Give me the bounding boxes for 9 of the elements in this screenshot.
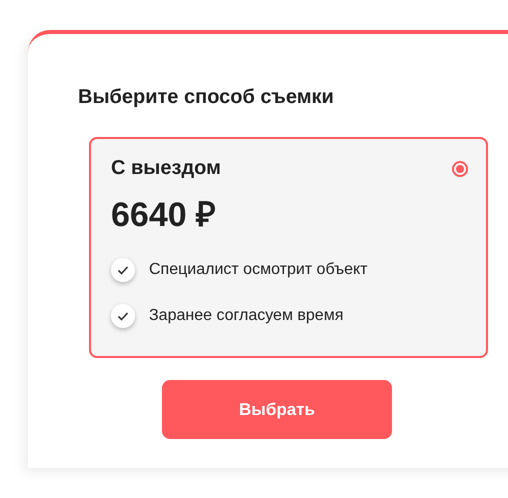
feature-text: Специалист осмотрит объект xyxy=(149,261,368,279)
check-icon xyxy=(111,258,135,282)
price: 6640 ₽ xyxy=(111,195,218,236)
option-card[interactable]: С выездом 6640 ₽ Специалист осмотрит объект Заранее согласуем время xyxy=(89,137,488,358)
section-title: Выберите способ съемки xyxy=(78,86,335,109)
feature-text: Заранее согласуем время xyxy=(149,307,344,325)
check-icon xyxy=(111,304,135,328)
option-name: С выездом xyxy=(111,157,221,180)
radio-button[interactable] xyxy=(452,160,468,176)
